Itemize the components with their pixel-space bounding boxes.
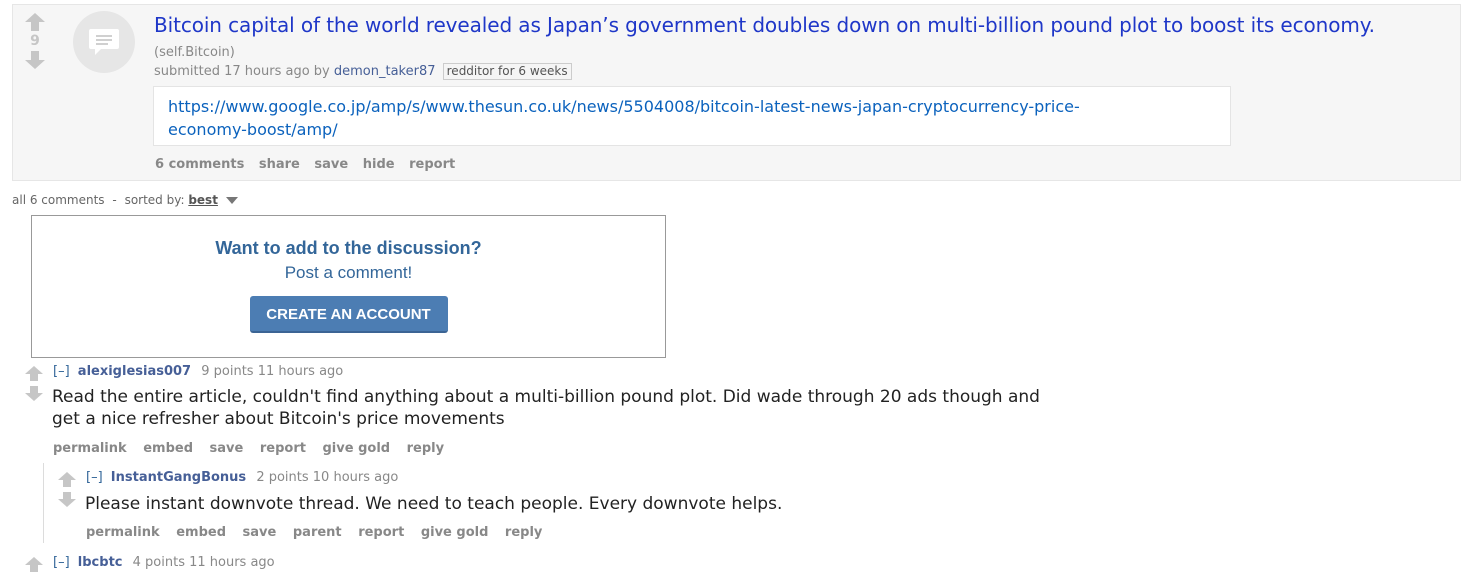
caret-down-icon[interactable] [225,197,238,204]
report-button[interactable]: report [358,525,404,540]
author-flair: redditor for 6 weeks [442,63,572,80]
comment-meta: 2 points 10 hours ago [256,470,399,485]
post-title-link[interactable]: Bitcoin capital of the world revealed as… [154,13,1375,37]
signup-subheading: Post a comment! [284,263,413,282]
post-url-link-cont[interactable]: economy-boost/amp/ [168,120,338,139]
self-post-icon[interactable] [73,11,135,73]
comment-meta: 9 points 11 hours ago [201,364,344,379]
reply-button[interactable]: reply [505,525,542,540]
upvote-arrow-icon[interactable] [24,13,46,31]
collapse-toggle[interactable]: [–] [86,470,103,485]
submitted-text: submitted 17 hours ago by [154,64,330,79]
comment-author-link[interactable]: InstantGangBonus [111,470,246,485]
collapse-toggle[interactable]: [–] [53,555,70,570]
permalink-button[interactable]: permalink [86,525,160,540]
comment-tagline: [–] lbcbtc 4 points 11 hours ago [53,555,275,570]
collapse-toggle[interactable]: [–] [53,364,70,379]
post-tagline: submitted 17 hours ago by demon_taker87 … [154,63,572,80]
upvote-arrow-icon[interactable] [58,472,76,487]
post-author-link[interactable]: demon_taker87 [334,64,436,79]
save-button[interactable]: save [314,157,348,172]
all-comments-link[interactable]: all 6 comments [12,193,105,207]
comment-tagline: [–] alexiglesias007 9 points 11 hours ag… [53,364,343,379]
sort-separator: - [112,193,117,207]
thread-indent-line [43,463,44,543]
comment-meta: 4 points 11 hours ago [132,555,275,570]
give-gold-button[interactable]: give gold [421,525,489,540]
embed-button[interactable]: embed [143,441,193,456]
upvote-arrow-icon[interactable] [25,557,43,572]
comment-body: Please instant downvote thread. We need … [85,493,782,515]
post-score: 9 [30,33,40,49]
signup-prompt-box: Want to add to the discussion? Post a co… [31,215,666,358]
comment-text-line: Read the entire article, couldn't find a… [52,387,1040,407]
downvote-arrow-icon[interactable] [58,492,76,507]
upvote-arrow-icon[interactable] [25,366,43,381]
create-account-button[interactable]: CREATE AN ACCOUNT [249,296,448,333]
comment-text-line: get a nice refresher about Bitcoin's pri… [52,409,505,429]
comment-sort-bar: all 6 comments - sorted by: best [12,193,238,207]
save-button[interactable]: save [210,441,244,456]
permalink-button[interactable]: permalink [53,441,127,456]
parent-button[interactable]: parent [293,525,342,540]
report-button[interactable]: report [409,157,455,172]
embed-button[interactable]: embed [176,525,226,540]
downvote-arrow-icon[interactable] [25,386,43,401]
comment-text-line: Please instant downvote thread. We need … [85,494,783,514]
comment-body: Read the entire article, couldn't find a… [52,386,1040,430]
post-container: 9 Bitcoin capital of the world revealed … [12,4,1461,181]
comment-author-link[interactable]: lbcbtc [78,555,123,570]
share-button[interactable]: share [259,157,300,172]
downvote-arrow-icon[interactable] [24,51,46,69]
sort-dropdown[interactable]: best [188,193,218,207]
comment-author-link[interactable]: alexiglesias007 [78,364,191,379]
comments-button[interactable]: 6 comments [155,157,244,172]
comment-action-buttons: permalink embed save report give gold re… [53,441,456,456]
post-vote-column: 9 [23,13,47,69]
comment-tagline: [–] InstantGangBonus 2 points 10 hours a… [86,470,398,485]
comment-vote-column [57,472,77,512]
save-button[interactable]: save [243,525,277,540]
report-button[interactable]: report [260,441,306,456]
post-domain: (self.Bitcoin) [154,45,235,60]
hide-button[interactable]: hide [363,157,395,172]
comment-vote-column [24,366,44,406]
give-gold-button[interactable]: give gold [323,441,391,456]
post-url-box: https://www.google.co.jp/amp/s/www.thesu… [153,86,1231,146]
reply-button[interactable]: reply [407,441,444,456]
post-url-link[interactable]: https://www.google.co.jp/amp/s/www.thesu… [168,97,1080,116]
signup-heading: Want to add to the discussion? [215,238,482,258]
comment-vote-column [24,557,44,577]
sorted-by-label: sorted by: [124,193,185,207]
post-action-buttons: 6 comments share save hide report [155,157,465,172]
comment-action-buttons: permalink embed save parent report give … [86,525,554,540]
